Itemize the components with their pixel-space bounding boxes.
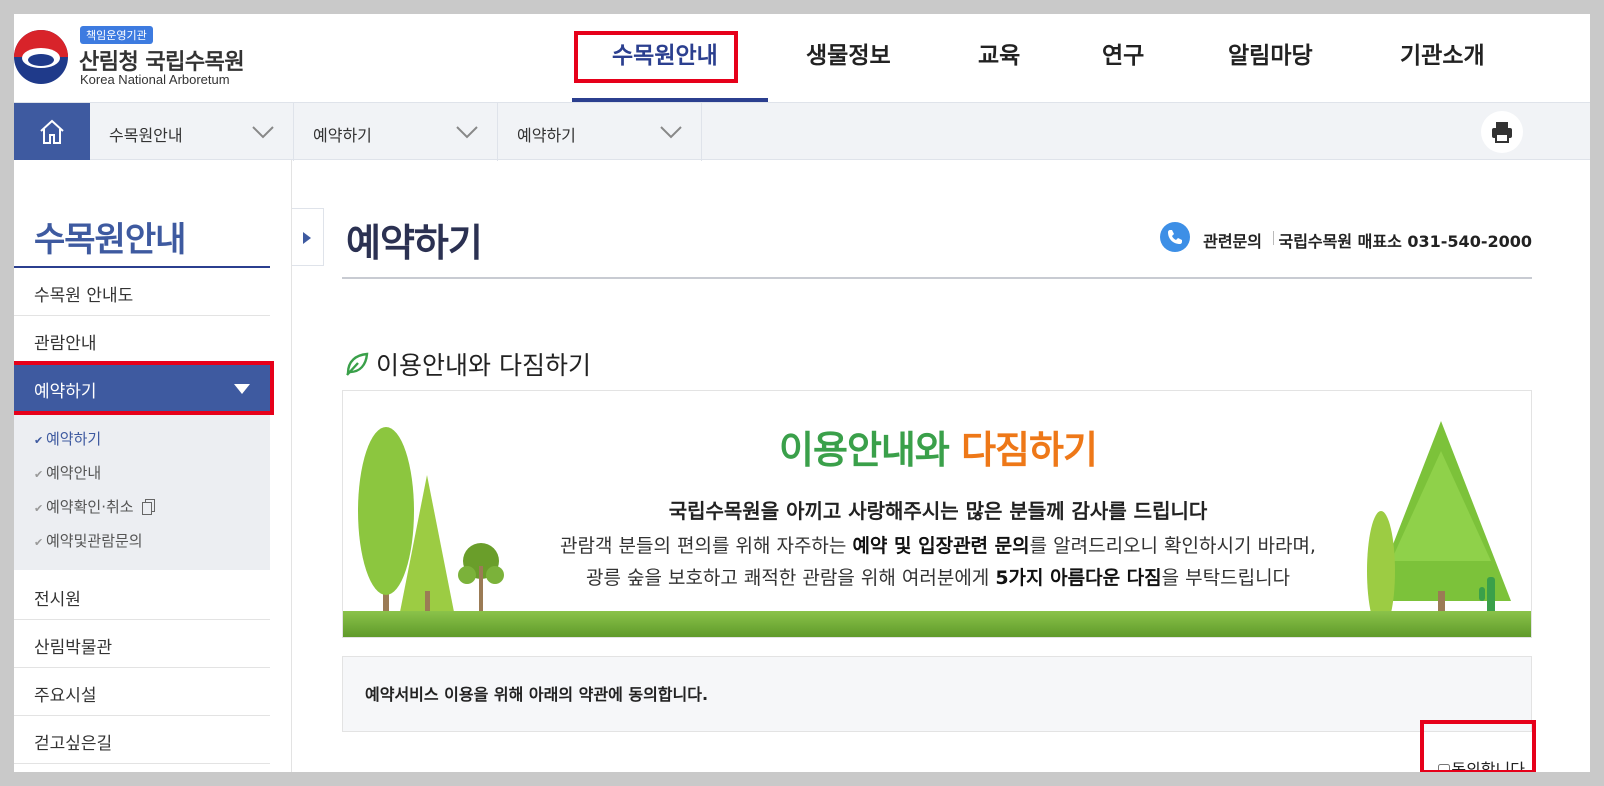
nav-item-education[interactable]: 교육 <box>978 36 1020 70</box>
government-emblem-icon <box>14 30 68 84</box>
check-icon: ✔ <box>34 502 44 515</box>
banner-inquiry-text: 관람객 분들의 편의를 위해 자주하는 예약 및 입장관련 문의를 알려드리오니… <box>343 531 1531 558</box>
sidebar-title: 수목원안내 <box>34 220 186 260</box>
caret-down-icon <box>234 384 250 394</box>
submenu-item-inquiry[interactable]: ✔ 예약및관람문의 <box>34 530 143 551</box>
banner-text-part: 을 부탁드립니다 <box>1161 567 1291 589</box>
sidebar-item-forest-museum[interactable]: 산림박물관 <box>14 620 270 668</box>
terms-box: 예약서비스 이용을 위해 아래의 약관에 동의합니다. <box>342 656 1532 732</box>
sidebar: 수목원안내 수목원 안내도 관람안내 예약하기 ✔ 예약하기 ✔ 예약안내 ✔ 예약확… <box>14 160 292 772</box>
check-icon: ✔ <box>34 434 44 447</box>
submenu-item-label: 예약및관람문의 <box>46 532 143 550</box>
sidebar-item-label: 걷고싶은길 <box>34 734 113 754</box>
sidebar-item-label: 예약하기 <box>34 382 97 402</box>
logo-subtitle: Korea National Arboretum <box>80 72 230 87</box>
location-dropdown-label: 수목원안내 <box>109 126 183 145</box>
contact-divider <box>1273 231 1274 245</box>
home-icon <box>40 119 64 144</box>
logo-badge: 책임운영기관 <box>80 26 153 44</box>
banner-text-part: 광릉 숲을 보호하고 쾌적한 관람을 위해 여러분에게 <box>585 567 996 589</box>
location-dropdown-2[interactable]: 예약하기 <box>294 103 498 161</box>
main-nav: 수목원안내 생물정보 교육 연구 알림마당 기관소개 <box>574 14 1590 102</box>
nav-item-about[interactable]: 기관소개 <box>1400 36 1485 70</box>
sidebar-toggle-button[interactable] <box>292 208 324 266</box>
submenu-item-label: 예약하기 <box>46 430 102 448</box>
banner-text-emphasis: 예약 및 입장관련 문의 <box>852 535 1030 557</box>
screen-frame: 책임운영기관 산림청 국립수목원 Korea National Arboretu… <box>0 0 1604 786</box>
leaf-icon <box>346 352 369 376</box>
title-divider <box>342 277 1532 279</box>
caret-right-icon <box>303 232 311 244</box>
submenu-item-reserve[interactable]: ✔ 예약하기 <box>34 428 101 449</box>
agree-checkbox[interactable] <box>1438 764 1451 772</box>
print-button[interactable] <box>1481 111 1523 153</box>
location-bar: 수목원안내 예약하기 예약하기 <box>14 102 1590 161</box>
location-dropdown-label: 예약하기 <box>313 126 372 145</box>
banner-heading: 이용안내와 다짐하기 <box>343 419 1531 474</box>
new-window-icon <box>142 499 156 515</box>
check-icon: ✔ <box>34 468 44 481</box>
home-button[interactable] <box>14 103 90 161</box>
sidebar-item-map[interactable]: 수목원 안내도 <box>14 268 270 316</box>
nav-item-arboretum-guide[interactable]: 수목원안내 <box>612 36 718 70</box>
submenu-item-confirm-cancel[interactable]: ✔ 예약확인·취소 <box>34 496 156 517</box>
location-dropdown-1[interactable]: 수목원안내 <box>90 103 294 161</box>
print-icon <box>1492 122 1512 143</box>
contact-info: 관련문의 국립수목원 매표소 031-540-2000 <box>1152 222 1532 252</box>
sidebar-item-visit-guide[interactable]: 관람안내 <box>14 316 270 364</box>
agree-checkbox-text: 동의합니다. <box>1451 760 1530 772</box>
chevron-down-icon <box>252 126 274 139</box>
sidebar-item-label: 전시원 <box>34 590 81 610</box>
site-logo[interactable]: 책임운영기관 산림청 국립수목원 Korea National Arboretu… <box>14 26 274 87</box>
phone-icon <box>1160 222 1190 252</box>
guide-banner: 이용안내와 다짐하기 국립수목원을 아끼고 사랑해주시는 많은 분들께 감사를 … <box>342 390 1532 638</box>
header: 책임운영기관 산림청 국립수목원 Korea National Arboretu… <box>14 14 1590 104</box>
submenu-item-label: 예약확인·취소 <box>46 498 134 516</box>
banner-pledge-text: 광릉 숲을 보호하고 쾌적한 관람을 위해 여러분에게 5가지 아름다운 다짐을… <box>343 563 1531 590</box>
nav-item-research[interactable]: 연구 <box>1102 36 1144 70</box>
sidebar-item-walking-trail[interactable]: 걷고싶은길 <box>14 716 270 764</box>
sidebar-item-gardens[interactable]: 전시원 <box>14 572 270 620</box>
banner-text-part: 관람객 분들의 편의를 위해 자주하는 <box>560 535 853 557</box>
grass-illustration <box>343 611 1531 637</box>
agree-checkbox-label[interactable]: 동의합니다. <box>1438 756 1530 772</box>
check-icon: ✔ <box>34 536 44 549</box>
page: 책임운영기관 산림청 국립수목원 Korea National Arboretu… <box>14 14 1590 772</box>
chevron-down-icon <box>660 126 682 139</box>
submenu-item-reservation-guide[interactable]: ✔ 예약안내 <box>34 462 101 483</box>
nav-item-bio-info[interactable]: 생물정보 <box>806 36 891 70</box>
location-dropdown-label: 예약하기 <box>517 126 576 145</box>
sidebar-item-label: 수목원 안내도 <box>34 286 134 306</box>
submenu-item-label: 예약안내 <box>46 464 102 482</box>
nav-item-notice[interactable]: 알림마당 <box>1228 36 1313 70</box>
terms-agree-text: 예약서비스 이용을 위해 아래의 약관에 동의합니다. <box>365 685 709 704</box>
sidebar-item-label: 관람안내 <box>34 334 97 354</box>
section-title: 이용안내와 다짐하기 <box>344 346 591 382</box>
banner-text-emphasis: 5가지 아름다운 다짐 <box>995 567 1162 589</box>
sidebar-submenu: ✔ 예약하기 ✔ 예약안내 ✔ 예약확인·취소 ✔ 예약및관람문의 <box>14 412 270 570</box>
contact-label: 관련문의 <box>1203 232 1262 251</box>
sidebar-item-reservation[interactable]: 예약하기 <box>14 364 270 412</box>
chevron-down-icon <box>456 126 478 139</box>
page-title: 예약하기 <box>346 221 483 265</box>
section-title-text: 이용안내와 다짐하기 <box>376 351 591 380</box>
sidebar-item-facilities[interactable]: 주요시설 <box>14 668 270 716</box>
sidebar-item-label: 주요시설 <box>34 686 97 706</box>
contact-value: 국립수목원 매표소 031-540-2000 <box>1278 232 1532 251</box>
main-content: 예약하기 관련문의 국립수목원 매표소 031-540-2000 이용안내와 다… <box>342 160 1532 772</box>
sidebar-item-label: 산림박물관 <box>34 638 113 658</box>
banner-thanks-text: 국립수목원을 아끼고 사랑해주시는 많은 분들께 감사를 드립니다 <box>668 499 1208 523</box>
banner-text-part: 를 알려드리오니 확인하시기 바라며, <box>1029 535 1316 557</box>
banner-heading-orange: 다짐하기 <box>961 428 1098 472</box>
banner-heading-green: 이용안내와 <box>779 428 950 472</box>
location-dropdown-3[interactable]: 예약하기 <box>498 103 702 161</box>
